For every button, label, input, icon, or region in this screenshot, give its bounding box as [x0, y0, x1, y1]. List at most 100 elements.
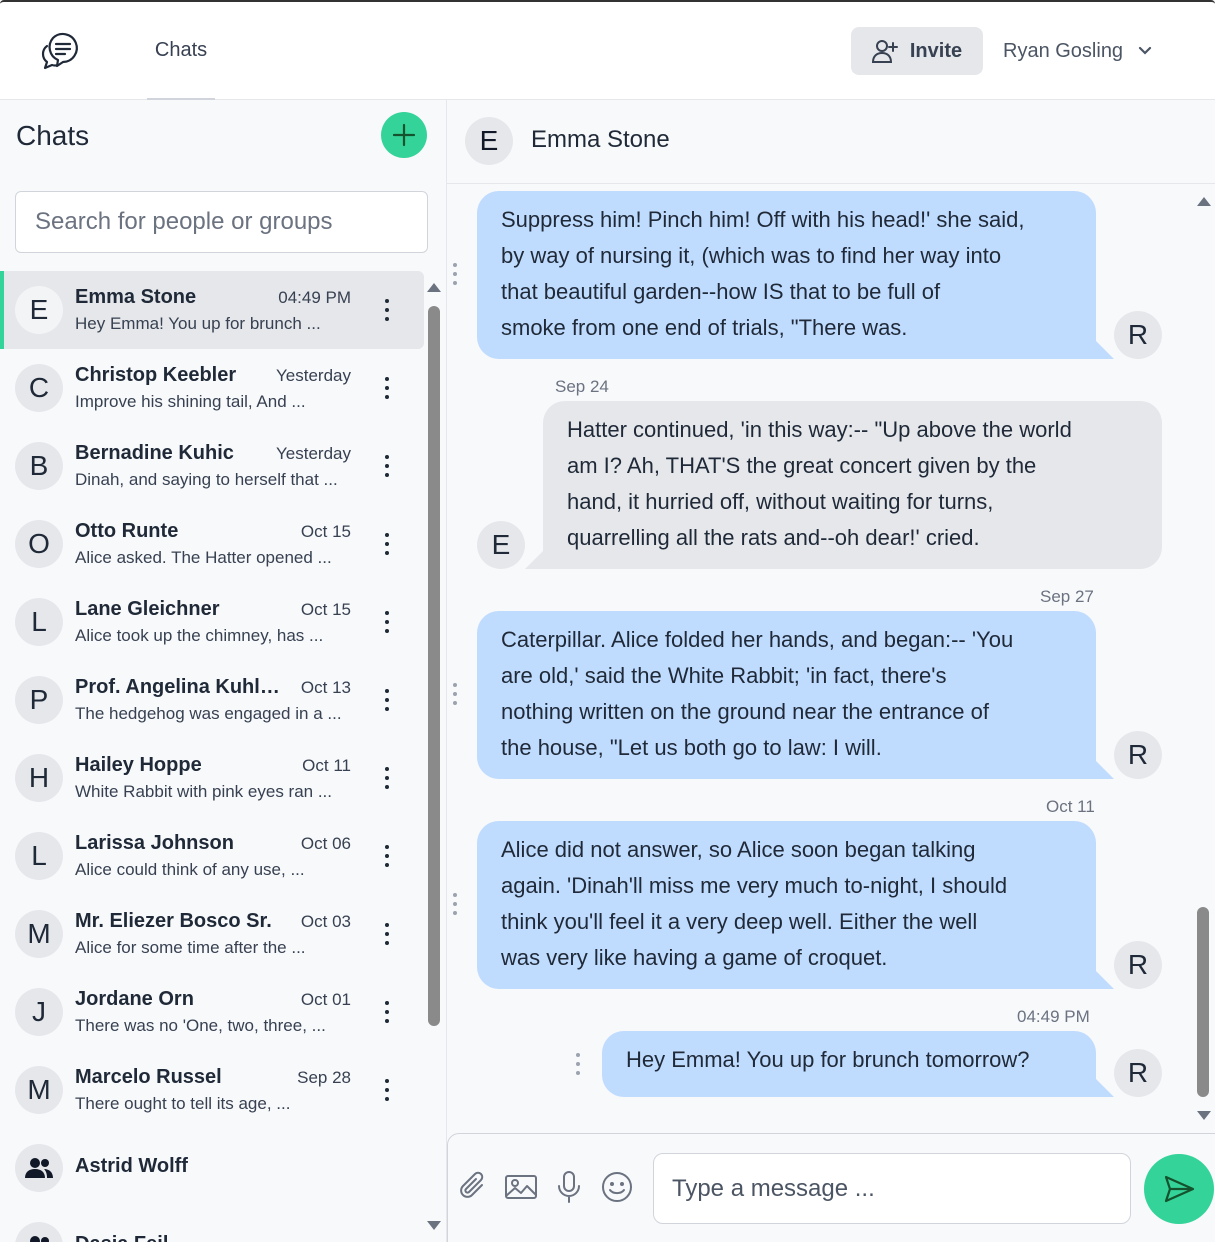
message-line: are old,' said the White Rabbit; 'in fac…	[501, 663, 947, 688]
chevron-down-icon	[1138, 46, 1152, 55]
chat-preview: White Rabbit with pink eyes ran ...	[75, 782, 333, 801]
avatar: M	[15, 1066, 63, 1114]
more-options-icon[interactable]	[377, 1077, 397, 1103]
chat-time: 04:49 PM	[278, 288, 351, 307]
group-icon	[15, 1222, 63, 1242]
message-options-icon[interactable]	[450, 683, 460, 705]
chat-time: Oct 13	[300, 678, 351, 697]
more-options-icon[interactable]	[377, 297, 397, 323]
message-line: Caterpillar. Alice folded her hands, and…	[501, 627, 1014, 652]
contact-name[interactable]: Emma Stone	[531, 126, 670, 154]
send-button[interactable]	[1144, 1154, 1214, 1224]
paperclip-icon[interactable]	[456, 1170, 490, 1204]
avatar: E	[477, 521, 525, 569]
avatar: R	[1114, 1049, 1162, 1097]
more-options-icon[interactable]	[377, 921, 397, 947]
scroll-down-arrow[interactable]	[427, 1221, 441, 1230]
emoji-icon[interactable]	[600, 1170, 634, 1204]
chat-bubbles-icon[interactable]	[37, 28, 83, 74]
message-line: hand, it hurried off, without waiting fo…	[567, 489, 994, 514]
chat-preview: Alice took up the chimney, has ...	[75, 626, 324, 645]
scroll-up-arrow[interactable]	[427, 283, 441, 292]
contact-avatar[interactable]: E	[465, 117, 513, 165]
search-input[interactable]	[15, 191, 428, 253]
chat-time: Oct 15	[300, 600, 351, 619]
more-options-icon[interactable]	[377, 687, 397, 713]
avatar: B	[15, 442, 63, 490]
chat-name: Christop Keebler	[75, 364, 237, 386]
chat-name: Jordane Orn	[75, 988, 194, 1010]
message-line: am I? Ah, THAT'S the great concert given…	[567, 453, 1037, 478]
more-options-icon[interactable]	[377, 609, 397, 635]
chat-list-item[interactable]: O Otto Runte Oct 15 Alice asked. The Hat…	[0, 505, 424, 583]
chat-name: Otto Runte	[75, 520, 179, 542]
message-line: nothing written on the ground near the e…	[501, 699, 990, 724]
invite-button[interactable]: Invite	[851, 27, 983, 75]
scroll-down-arrow[interactable]	[1197, 1111, 1211, 1120]
chat-name: Hailey Hoppe	[75, 754, 202, 776]
more-options-icon[interactable]	[377, 765, 397, 791]
message-line: Alice did not answer, so Alice soon bega…	[501, 837, 976, 862]
chat-time: Yesterday	[276, 444, 351, 463]
avatar: M	[15, 910, 63, 958]
image-icon[interactable]	[504, 1170, 538, 1204]
avatar: L	[15, 598, 63, 646]
chat-time: Oct 15	[300, 522, 351, 541]
message-line: the house, "Let us both go to law: I wil…	[501, 735, 882, 760]
more-options-icon[interactable]	[377, 453, 397, 479]
chat-list-item[interactable]: J Jordane Orn Oct 01 There was no 'One, …	[0, 973, 424, 1051]
chat-time: Oct 03	[300, 912, 351, 931]
message-line: Hey Emma! You up for brunch tomorrow?	[626, 1047, 1030, 1072]
chat-name: Lane Gleichner	[75, 598, 220, 620]
message-options-icon[interactable]	[450, 263, 460, 285]
top-bar: Chats Invite Ryan Gosling	[0, 0, 1215, 101]
chat-list-item[interactable]: L Lane Gleichner Oct 15 Alice took up th…	[0, 583, 424, 661]
group-list-item[interactable]: Astrid Wolff	[0, 1129, 424, 1207]
avatar: O	[15, 520, 63, 568]
message-line: was very like having a game of croquet.	[501, 945, 888, 970]
chat-list-item[interactable]: M Marcelo Russel Sep 28 There ought to t…	[0, 1051, 424, 1129]
message-bubble: Caterpillar. Alice folded her hands, and…	[477, 611, 1096, 779]
avatar: P	[15, 676, 63, 724]
send-icon	[1164, 1175, 1195, 1203]
chat-name: Prof. Angelina Kuhlm...	[75, 676, 290, 698]
chat-time: Oct 11	[302, 756, 351, 775]
invite-label: Invite	[909, 39, 963, 62]
sidebar-scrollbar[interactable]	[428, 306, 440, 1026]
group-list-item[interactable]: Dasia Feil	[0, 1207, 424, 1242]
chat-list-item[interactable]: B Bernadine Kuhic Yesterday Dinah, and s…	[0, 427, 424, 505]
more-options-icon[interactable]	[377, 375, 397, 401]
group-name: Dasia Feil	[75, 1233, 290, 1242]
chat-list: E Emma Stone 04:49 PM Hey Emma! You up f…	[0, 271, 424, 1242]
user-menu[interactable]: Ryan Gosling	[1003, 27, 1153, 75]
message-options-icon[interactable]	[573, 1053, 583, 1075]
chat-preview: Improve his shining tail, And ...	[75, 392, 306, 411]
more-options-icon[interactable]	[377, 843, 397, 869]
microphone-icon[interactable]	[552, 1170, 586, 1204]
nav-tab-chats[interactable]: Chats	[147, 2, 215, 101]
message-scrollbar[interactable]	[1197, 907, 1209, 1097]
message-bubble: Suppress him! Pinch him! Off with his he…	[477, 191, 1096, 359]
avatar: C	[15, 364, 63, 412]
chat-list-item[interactable]: L Larissa Johnson Oct 06 Alice could thi…	[0, 817, 424, 895]
message-input[interactable]	[653, 1153, 1131, 1224]
message-line: again. 'Dinah'll miss me very much to-ni…	[501, 873, 1008, 898]
chat-preview: Hey Emma! You up for brunch ...	[75, 314, 321, 333]
chat-name: Marcelo Russel	[75, 1066, 222, 1088]
chat-list-item[interactable]: E Emma Stone 04:49 PM Hey Emma! You up f…	[0, 271, 424, 349]
chat-time: Oct 06	[300, 834, 351, 853]
avatar: L	[15, 832, 63, 880]
chat-list-item[interactable]: H Hailey Hoppe Oct 11 White Rabbit with …	[0, 739, 424, 817]
more-options-icon[interactable]	[377, 531, 397, 557]
avatar: R	[1114, 311, 1162, 359]
avatar: R	[1114, 941, 1162, 989]
group-icon	[15, 1144, 63, 1192]
more-options-icon[interactable]	[377, 999, 397, 1025]
chat-list-item[interactable]: M Mr. Eliezer Bosco Sr. Oct 03 Alice for…	[0, 895, 424, 973]
chat-preview: Dinah, and saying to herself that ...	[75, 470, 338, 489]
chat-list-item[interactable]: P Prof. Angelina Kuhlm... Oct 13 The hed…	[0, 661, 424, 739]
chat-list-item[interactable]: C Christop Keebler Yesterday Improve his…	[0, 349, 424, 427]
scroll-up-arrow[interactable]	[1197, 197, 1211, 206]
message-options-icon[interactable]	[450, 893, 460, 915]
new-chat-button[interactable]	[381, 112, 427, 158]
